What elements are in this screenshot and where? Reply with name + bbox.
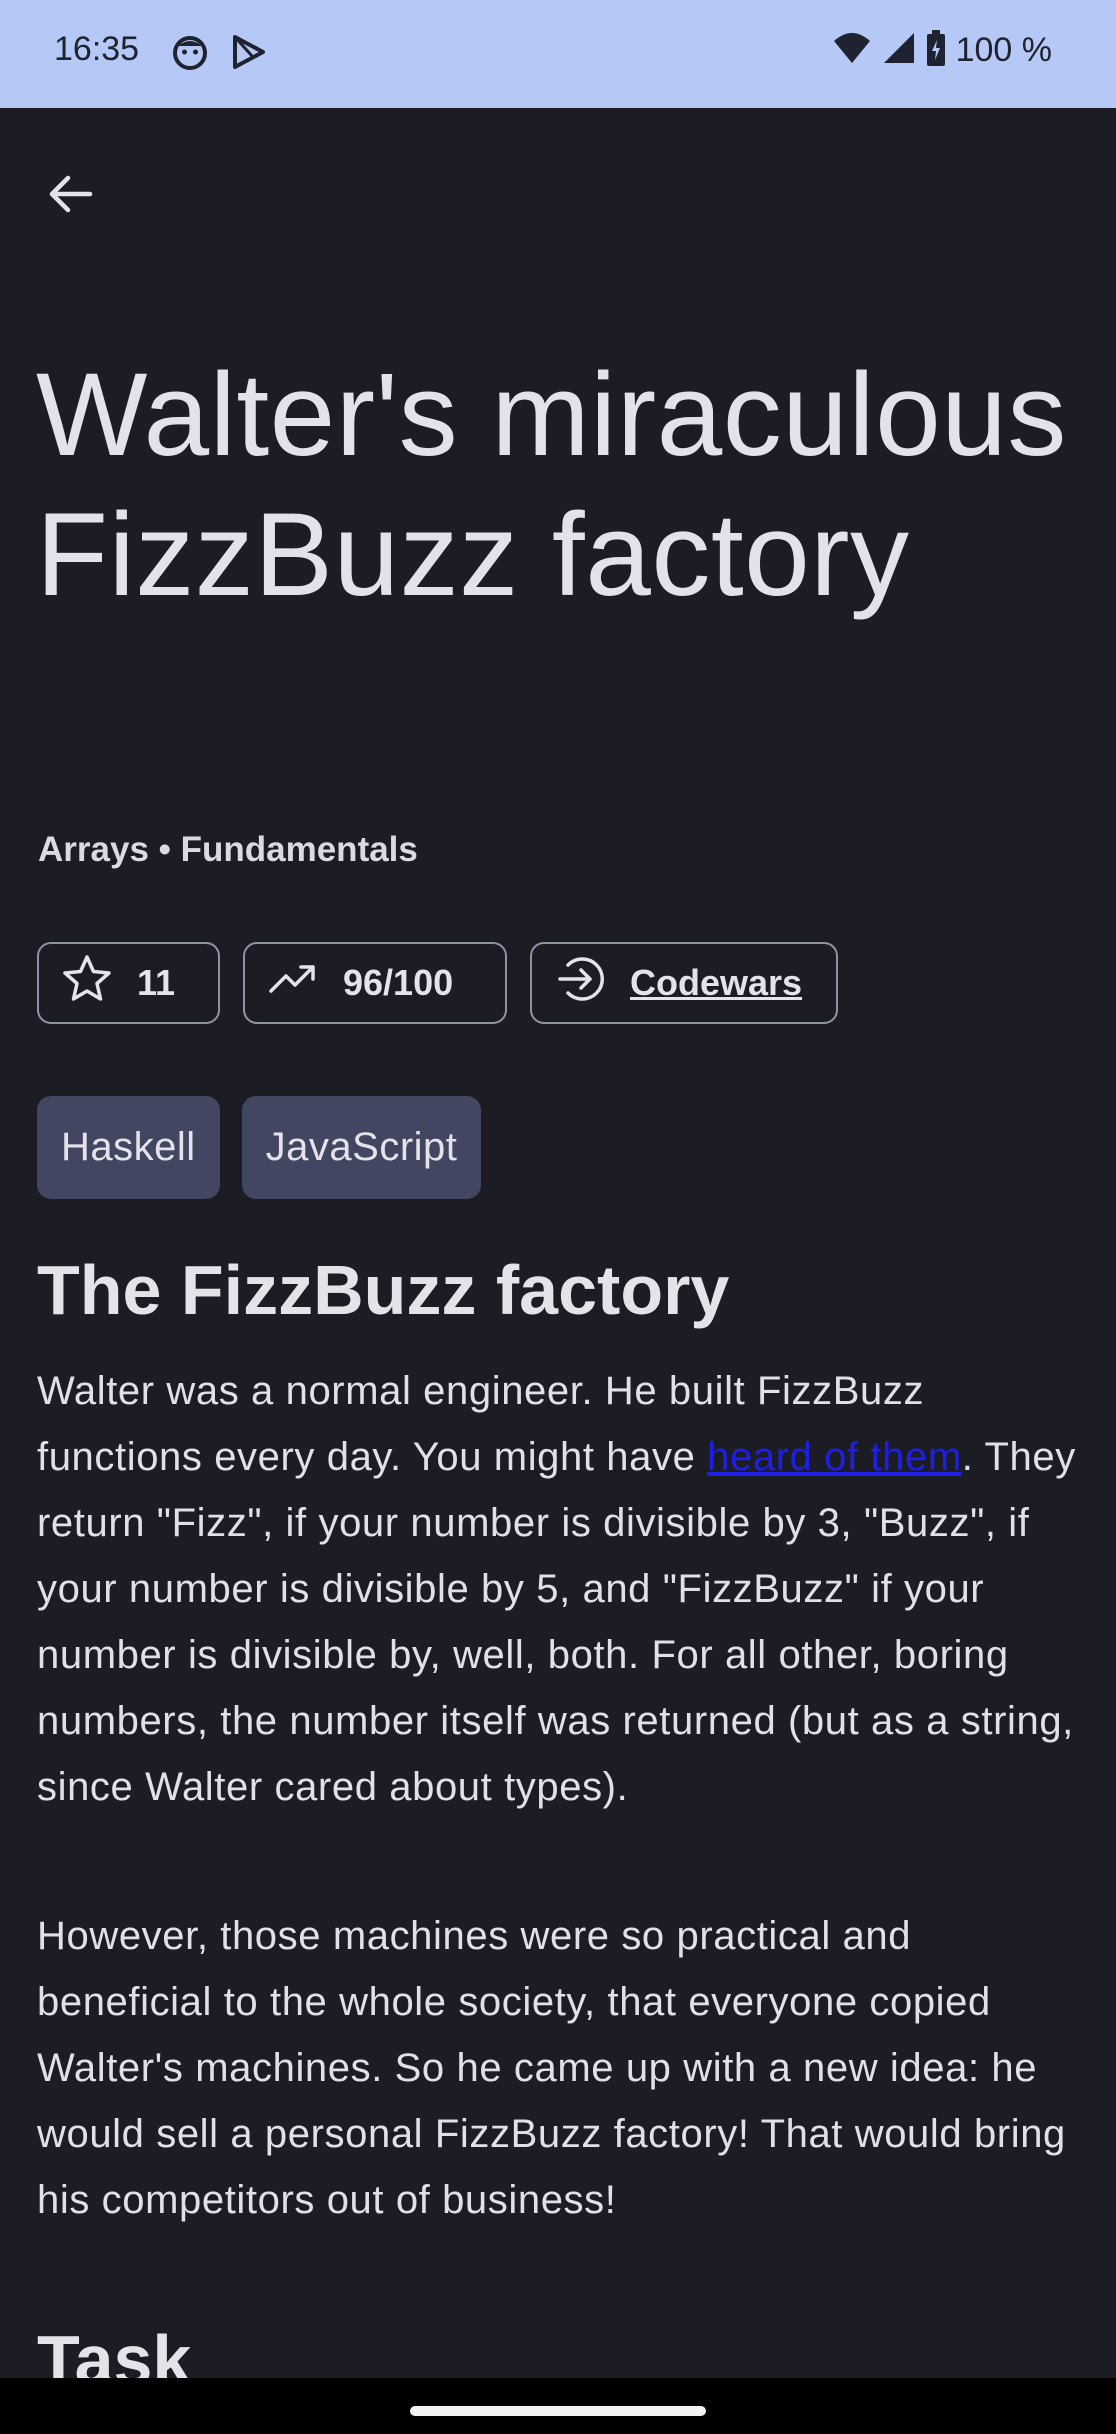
trending-up-icon (267, 953, 343, 1014)
rank-value: 96/100 (343, 962, 454, 1003)
signal-icon (882, 31, 916, 70)
heard-of-them-link[interactable]: heard of them (707, 1435, 962, 1479)
source-link-chip[interactable]: Codewars (530, 942, 838, 1024)
wifi-icon (832, 31, 872, 70)
stat-chips: 11 96/100 Codewars (37, 942, 838, 1024)
language-tag-haskell[interactable]: Haskell (37, 1096, 220, 1199)
battery-percentage: 100 % (955, 31, 1052, 69)
battery-icon (926, 30, 946, 71)
back-button[interactable] (36, 162, 104, 230)
gesture-handle[interactable] (410, 2406, 706, 2416)
rank-chip[interactable]: 96/100 (243, 942, 507, 1024)
category-list: Arrays • Fundamentals (38, 830, 418, 869)
stars-count: 11 (137, 962, 176, 1003)
arrow-left-icon (46, 170, 94, 223)
stars-chip[interactable]: 11 (37, 942, 220, 1024)
star-icon (61, 953, 137, 1014)
source-link-label: Codewars (630, 962, 803, 1003)
language-tag-javascript[interactable]: JavaScript (241, 1096, 482, 1199)
status-time: 16:35 (54, 30, 140, 68)
description-paragraph: Walter was a normal engineer. He built F… (37, 1358, 1087, 1820)
paragraph-text: . They return "Fizz", if your number is … (37, 1435, 1076, 1809)
face-icon (170, 32, 210, 72)
login-icon (554, 953, 630, 1014)
section-heading: The FizzBuzz factory (37, 1251, 730, 1329)
page-title: Walter's miraculous FizzBuzz factory (36, 349, 1067, 621)
language-tags: Haskell JavaScript (37, 1096, 482, 1199)
play-icon (228, 32, 268, 72)
description-paragraph: However, those machines were so practica… (37, 1914, 1066, 2222)
status-bar: 16:35 100 % (0, 0, 1116, 108)
status-right: 100 % (832, 30, 1052, 71)
